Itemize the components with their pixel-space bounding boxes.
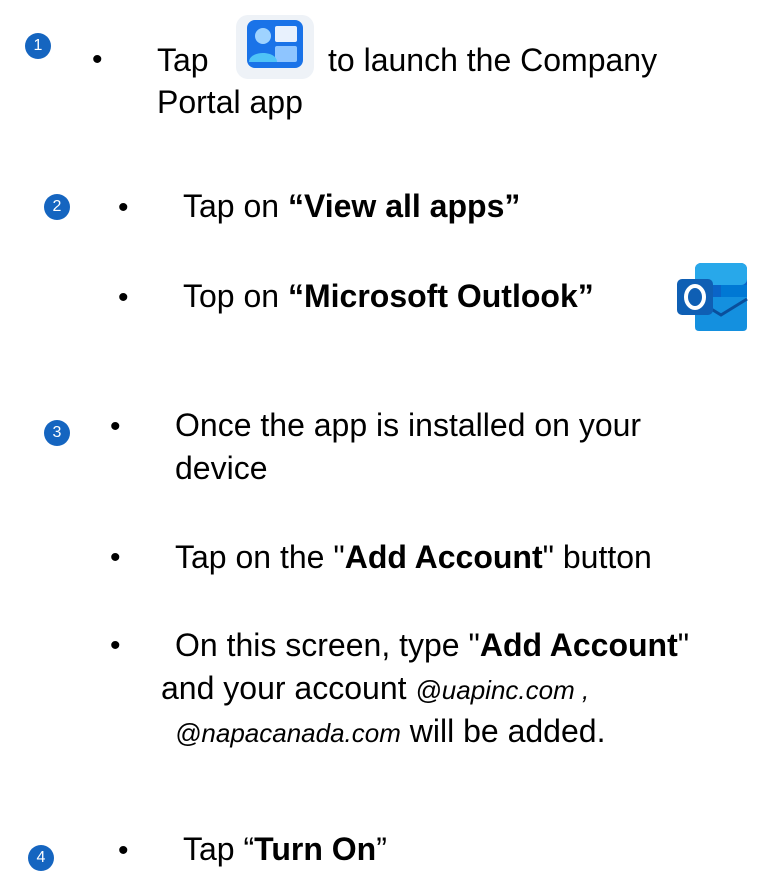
step-3-napacanada-line: @napacanada.com will be added. xyxy=(175,713,606,749)
step-3-add-account-button-text: Tap on the "Add Account" button xyxy=(175,539,652,575)
step-3-bullet-2: • xyxy=(110,541,121,574)
step-4-bullet: • xyxy=(118,834,129,867)
step-2-badge: 2 xyxy=(44,194,70,220)
step-4-badge: 4 xyxy=(28,845,54,871)
step-3-bullet-1: • xyxy=(110,410,121,443)
step-1-bullet: • xyxy=(92,43,103,76)
step-3-installed-line-2: device xyxy=(175,450,268,486)
step-2-bullet-2: • xyxy=(118,281,129,314)
step-1-portal-app-text: Portal app xyxy=(157,84,303,120)
step-1-tap-text: Tap xyxy=(157,42,209,78)
step-2-microsoft-outlook: Top on “Microsoft Outlook” xyxy=(183,278,594,314)
step-3-installed-line-1: Once the app is installed on your xyxy=(175,407,642,443)
step-1-launch-text: to launch the Company xyxy=(328,42,658,78)
outlook-icon xyxy=(673,257,753,337)
step-3-bullet-3: • xyxy=(110,629,121,662)
company-portal-icon xyxy=(233,12,317,82)
step-2-bullet-1: • xyxy=(118,191,129,224)
step-2-view-all-apps: Tap on “View all apps” xyxy=(183,188,521,224)
step-3-type-add-account: On this screen, type "Add Account" xyxy=(175,627,690,663)
step-1-badge: 1 xyxy=(25,33,51,59)
step-3-badge: 3 xyxy=(44,420,70,446)
step-4-turn-on: Tap “Turn On” xyxy=(183,831,387,867)
step-3-your-account-line: and your account @uapinc.com , xyxy=(161,670,590,706)
